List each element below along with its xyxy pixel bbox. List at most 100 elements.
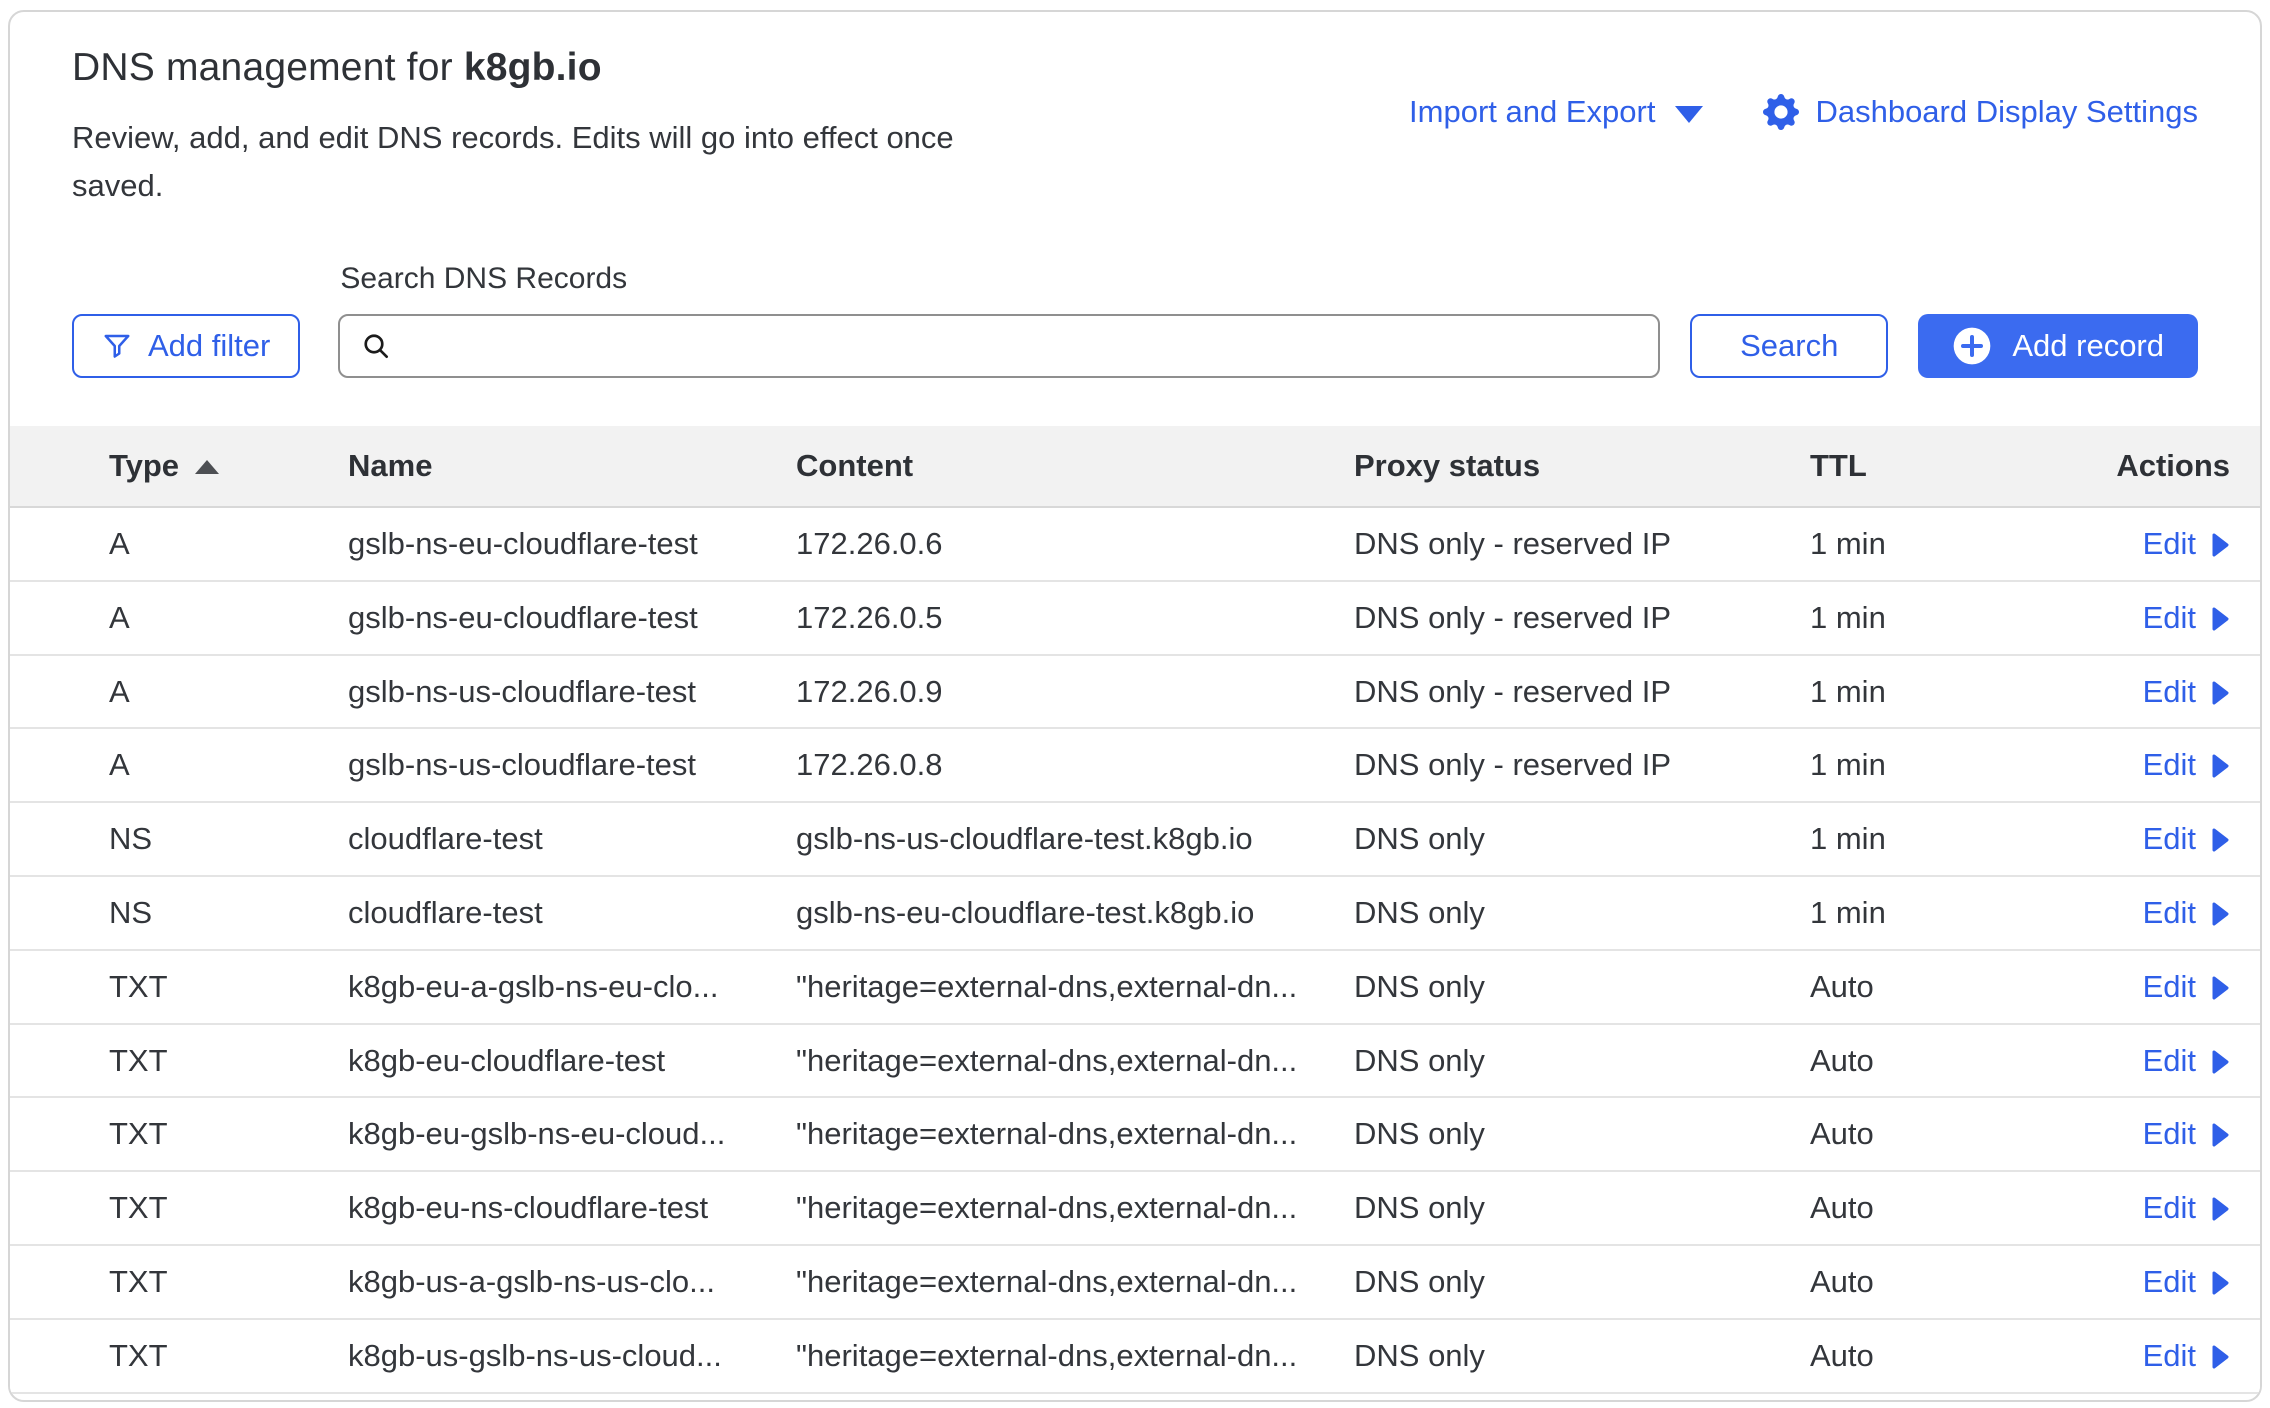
edit-record-button[interactable]: Edit (2143, 674, 2230, 710)
cell-proxy-status: DNS only (1354, 1116, 1810, 1152)
chevron-right-icon (2210, 1196, 2230, 1222)
cell-type: TXT (109, 1190, 348, 1226)
edit-record-button[interactable]: Edit (2143, 1043, 2230, 1079)
edit-record-button[interactable]: Edit (2143, 895, 2230, 931)
chevron-right-icon (2210, 827, 2230, 853)
edit-record-button[interactable]: Edit (2143, 526, 2230, 562)
add-record-label: Add record (2012, 328, 2164, 364)
edit-label: Edit (2143, 1264, 2196, 1300)
add-record-button[interactable]: Add record (1918, 314, 2198, 378)
table-row: TXT k8gb-eu-cloudflare-test "heritage=ex… (10, 1025, 2260, 1099)
chevron-right-icon (2210, 680, 2230, 706)
cell-actions: Edit (2143, 747, 2230, 783)
cell-content: 172.26.0.6 (796, 526, 1354, 562)
cell-type: TXT (109, 1338, 348, 1374)
search-input[interactable] (338, 314, 1660, 378)
dns-records-table: Type Name Content Proxy status TTL Actio… (10, 426, 2260, 1394)
cell-ttl: 1 min (1810, 821, 2110, 857)
cell-proxy-status: DNS only - reserved IP (1354, 526, 1810, 562)
cell-ttl: Auto (1810, 1190, 2110, 1226)
table-row: TXT k8gb-eu-ns-cloudflare-test "heritage… (10, 1172, 2260, 1246)
import-export-dropdown[interactable]: Import and Export (1409, 94, 1703, 130)
edit-record-button[interactable]: Edit (2143, 747, 2230, 783)
edit-label: Edit (2143, 747, 2196, 783)
cell-name: cloudflare-test (348, 821, 796, 857)
search-dns-records-label: Search DNS Records (340, 262, 1660, 296)
cell-proxy-status: DNS only (1354, 1190, 1810, 1226)
table-row: TXT k8gb-us-gslb-ns-us-cloud... "heritag… (10, 1320, 2260, 1394)
cell-content: 172.26.0.8 (796, 747, 1354, 783)
cell-actions: Edit (2143, 1116, 2230, 1152)
cell-actions: Edit (2143, 895, 2230, 931)
column-header-ttl: TTL (1810, 448, 2110, 484)
cell-name: gslb-ns-eu-cloudflare-test (348, 526, 796, 562)
cell-ttl: Auto (1810, 1264, 2110, 1300)
chevron-right-icon (2210, 1122, 2230, 1148)
cell-proxy-status: DNS only - reserved IP (1354, 674, 1810, 710)
chevron-right-icon (2210, 1270, 2230, 1296)
cell-type: A (109, 600, 348, 636)
cell-actions: Edit (2143, 1043, 2230, 1079)
cell-ttl: Auto (1810, 969, 2110, 1005)
cell-proxy-status: DNS only (1354, 1264, 1810, 1300)
page-header-left: DNS management for k8gb.io Review, add, … (72, 46, 1007, 210)
cell-type: A (109, 674, 348, 710)
edit-label: Edit (2143, 674, 2196, 710)
cell-content: "heritage=external-dns,external-dn... (796, 1190, 1354, 1226)
sort-ascending-icon (195, 460, 219, 474)
edit-label: Edit (2143, 895, 2196, 931)
column-header-type[interactable]: Type (109, 448, 348, 484)
dashboard-display-settings-link[interactable]: Dashboard Display Settings (1763, 94, 2198, 130)
cell-content: "heritage=external-dns,external-dn... (796, 1116, 1354, 1152)
edit-label: Edit (2143, 821, 2196, 857)
cell-type: A (109, 526, 348, 562)
edit-record-button[interactable]: Edit (2143, 1264, 2230, 1300)
edit-record-button[interactable]: Edit (2143, 821, 2230, 857)
chevron-right-icon (2210, 532, 2230, 558)
cell-proxy-status: DNS only - reserved IP (1354, 747, 1810, 783)
edit-record-button[interactable]: Edit (2143, 1338, 2230, 1374)
cell-name: k8gb-us-gslb-ns-us-cloud... (348, 1338, 796, 1374)
cell-content: 172.26.0.9 (796, 674, 1354, 710)
cell-proxy-status: DNS only (1354, 1338, 1810, 1374)
cell-name: k8gb-eu-a-gslb-ns-eu-clo... (348, 969, 796, 1005)
cell-proxy-status: DNS only (1354, 895, 1810, 931)
cell-proxy-status: DNS only (1354, 821, 1810, 857)
cell-content: "heritage=external-dns,external-dn... (796, 1338, 1354, 1374)
cell-ttl: 1 min (1810, 895, 2110, 931)
dns-management-card: DNS management for k8gb.io Review, add, … (8, 10, 2262, 1402)
add-filter-label: Add filter (148, 328, 270, 364)
table-row: TXT k8gb-eu-gslb-ns-eu-cloud... "heritag… (10, 1098, 2260, 1172)
cell-content: "heritage=external-dns,external-dn... (796, 969, 1354, 1005)
cell-ttl: 1 min (1810, 674, 2110, 710)
page-subtitle: Review, add, and edit DNS records. Edits… (72, 114, 1007, 210)
edit-record-button[interactable]: Edit (2143, 1190, 2230, 1226)
cell-ttl: 1 min (1810, 600, 2110, 636)
column-header-actions: Actions (2116, 448, 2230, 484)
cell-name: gslb-ns-eu-cloudflare-test (348, 600, 796, 636)
cell-content: gslb-ns-us-cloudflare-test.k8gb.io (796, 821, 1354, 857)
cell-type: TXT (109, 969, 348, 1005)
gear-icon (1763, 94, 1799, 130)
add-filter-button[interactable]: Add filter (72, 314, 300, 378)
edit-label: Edit (2143, 1338, 2196, 1374)
cell-content: 172.26.0.5 (796, 600, 1354, 636)
cell-content: "heritage=external-dns,external-dn... (796, 1264, 1354, 1300)
cell-type: TXT (109, 1116, 348, 1152)
cell-ttl: Auto (1810, 1116, 2110, 1152)
edit-label: Edit (2143, 600, 2196, 636)
cell-actions: Edit (2143, 1264, 2230, 1300)
cell-actions: Edit (2143, 1338, 2230, 1374)
cell-actions: Edit (2143, 969, 2230, 1005)
edit-record-button[interactable]: Edit (2143, 600, 2230, 636)
edit-record-button[interactable]: Edit (2143, 1116, 2230, 1152)
search-button[interactable]: Search (1690, 314, 1888, 378)
edit-record-button[interactable]: Edit (2143, 969, 2230, 1005)
cell-type: NS (109, 821, 348, 857)
page-title: DNS management for k8gb.io (72, 46, 1007, 90)
edit-label: Edit (2143, 1190, 2196, 1226)
dns-controls-bar: Add filter Search DNS Records Search Add… (10, 262, 2260, 378)
table-header-row: Type Name Content Proxy status TTL Actio… (10, 426, 2260, 508)
chevron-right-icon (2210, 975, 2230, 1001)
cell-ttl: 1 min (1810, 747, 2110, 783)
